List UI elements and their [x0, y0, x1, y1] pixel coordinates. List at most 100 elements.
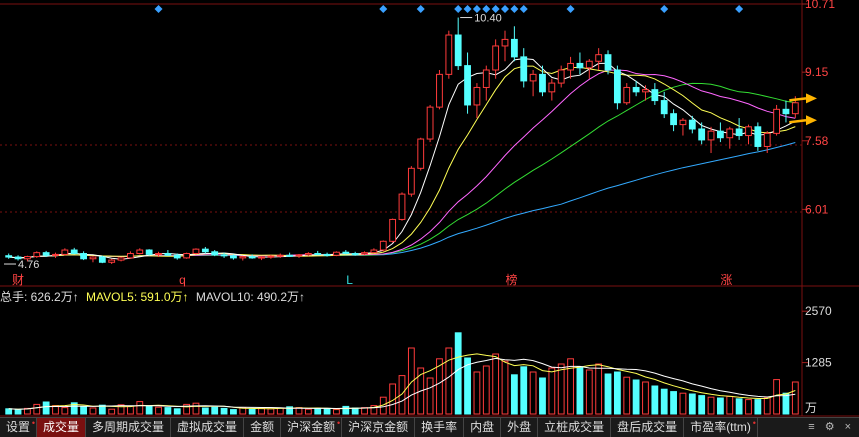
- volume-bar: [230, 409, 237, 415]
- tab-6[interactable]: 沪深京金额: [342, 418, 416, 437]
- volume-bar: [716, 397, 724, 415]
- candle-body: [276, 254, 284, 257]
- candle-body: [407, 167, 415, 195]
- candle-body: [492, 45, 500, 71]
- volume-bar: [61, 407, 69, 415]
- candle-body: [642, 89, 649, 93]
- tab-0[interactable]: 设置: [0, 418, 38, 437]
- event-marker: 榜: [505, 272, 517, 287]
- volume-tick-label: 2570: [805, 304, 832, 318]
- candle-body: [52, 253, 59, 256]
- volume-bar: [660, 388, 668, 415]
- candle-body: [70, 249, 78, 255]
- candle-body: [445, 34, 453, 75]
- volume-bar: [754, 399, 762, 415]
- candle-body: [745, 126, 752, 137]
- candle-body: [716, 130, 724, 139]
- candle-body: [361, 252, 368, 255]
- candle-body: [632, 86, 640, 93]
- candle-body: [42, 252, 50, 256]
- volume-bar: [791, 381, 799, 415]
- volume-bar: [145, 405, 153, 415]
- tab-10[interactable]: 立桩成交量: [538, 418, 612, 437]
- candle-body: [670, 113, 677, 126]
- menu-icon[interactable]: ≡: [808, 418, 814, 437]
- event-marker: q: [179, 273, 186, 287]
- volume-bar: [192, 402, 200, 415]
- candle-body: [464, 65, 471, 106]
- tab-12[interactable]: 市盈率(ttm): [684, 418, 758, 437]
- volume-bar: [351, 407, 359, 415]
- candle-body: [660, 100, 668, 115]
- candle-body: [482, 69, 490, 88]
- tab-9[interactable]: 外盘: [501, 418, 539, 437]
- candle-body: [454, 34, 462, 67]
- candle-body: [548, 82, 556, 93]
- mavol10-label: MAVOL10: 490.2万↑: [195, 290, 306, 304]
- event-marker: L: [346, 273, 353, 287]
- tab-5[interactable]: 沪深金额: [281, 418, 343, 437]
- low-price-label: 4.76: [18, 259, 39, 271]
- tab-2[interactable]: 多周期成交量: [86, 418, 172, 437]
- close-icon[interactable]: ×: [845, 418, 851, 437]
- volume-bar: [89, 407, 97, 415]
- volume-bar: [642, 381, 649, 415]
- tab-8[interactable]: 内盘: [464, 418, 502, 437]
- candle-body: [398, 193, 406, 220]
- volume-bar: [454, 332, 462, 415]
- volume-bar: [679, 392, 687, 415]
- volume-bar: [5, 408, 13, 415]
- volume-bar: [585, 369, 593, 415]
- tab-3[interactable]: 虚拟成交量: [171, 418, 245, 437]
- tab-4[interactable]: 金额: [244, 418, 282, 437]
- volume-bar: [595, 363, 603, 415]
- volume-bar: [108, 408, 116, 415]
- volume-bar: [632, 379, 640, 415]
- volume-bar: [473, 371, 481, 415]
- candle-body: [220, 254, 228, 257]
- price-tick-label: 6.01: [805, 202, 829, 216]
- tab-bar-controls: ≡ ⚙ ×: [808, 418, 859, 437]
- candle-body: [258, 256, 265, 259]
- volume-bar: [510, 374, 518, 415]
- volume-legend: 总手: 626.2万↑ MAVOL5: 591.0万↑ MAVOL10: 490…: [0, 289, 309, 305]
- tab-11[interactable]: 盘后成交量: [611, 418, 685, 437]
- candle-body: [510, 38, 518, 58]
- volume-bar: [164, 407, 172, 415]
- candle-body: [342, 251, 350, 255]
- candle-body: [201, 248, 209, 253]
- candle-body: [230, 255, 237, 259]
- volume-tick-label: 1285: [805, 356, 832, 370]
- volume-bar: [267, 408, 275, 415]
- price-tick-label: 7.58: [805, 134, 829, 148]
- candle-body: [33, 252, 41, 258]
- mavol5-label: MAVOL5: 591.0万↑: [86, 290, 189, 304]
- candle-body: [164, 253, 172, 256]
- volume-bar: [482, 365, 490, 415]
- tab-1[interactable]: 成交量: [37, 418, 87, 437]
- volume-bar: [220, 407, 228, 415]
- volume-bar: [426, 377, 434, 415]
- candle-body: [613, 69, 621, 104]
- volume-bar: [548, 367, 556, 415]
- candle-body: [183, 253, 191, 259]
- tab-7[interactable]: 换手率: [415, 418, 465, 437]
- candle-body: [698, 128, 706, 141]
- candle-body: [623, 86, 631, 104]
- volume-bar: [445, 347, 453, 415]
- volume-bar: [258, 407, 265, 415]
- volume-bar: [314, 407, 322, 415]
- candle-body: [351, 253, 359, 256]
- candle-body: [314, 253, 322, 256]
- candle-body: [379, 240, 387, 251]
- volume-bar: [155, 406, 162, 415]
- volume-bar: [304, 408, 312, 415]
- candle-body: [679, 119, 687, 126]
- stock-chart[interactable]: 财 q L 榜 涨 10.40 4.76 10.71 9.15 7.58 6.01 2570 1…: [0, 0, 859, 436]
- gear-icon[interactable]: ⚙: [825, 418, 835, 437]
- candle-body: [763, 132, 771, 147]
- candle-body: [295, 254, 303, 257]
- candle-body: [304, 253, 312, 256]
- volume-bar: [342, 405, 350, 415]
- volume-bar: [501, 360, 509, 415]
